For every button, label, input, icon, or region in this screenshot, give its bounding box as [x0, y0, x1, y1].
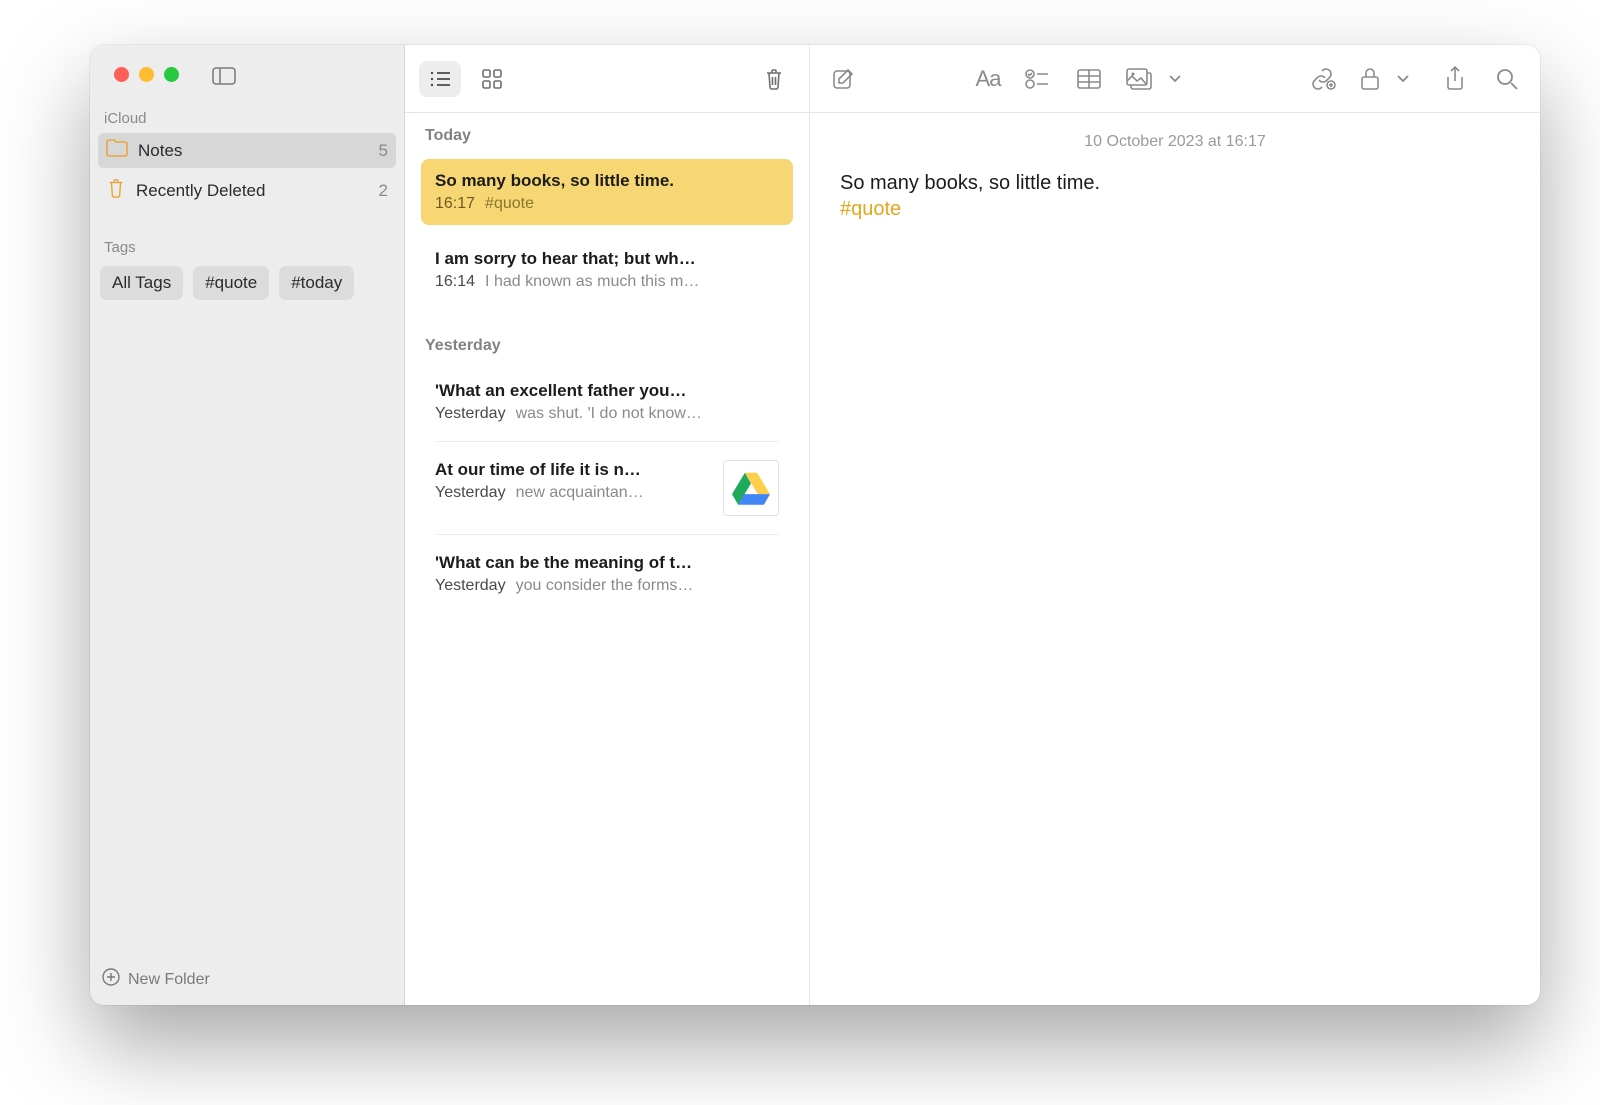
delete-note-button[interactable]: [753, 61, 795, 97]
table-button[interactable]: [1074, 64, 1104, 94]
notes-group-yesterday-label: Yesterday: [405, 309, 809, 363]
search-button[interactable]: [1492, 64, 1522, 94]
sidebar-item-count: 2: [379, 181, 388, 201]
compose-note-button[interactable]: [828, 64, 858, 94]
note-time: Yesterday: [435, 405, 506, 423]
chevron-down-icon[interactable]: [1388, 64, 1418, 94]
folder-icon: [106, 139, 128, 162]
toggle-sidebar-button[interactable]: [206, 64, 242, 88]
sidebar-tags-label: Tags: [90, 211, 404, 260]
sidebar-tags: All Tags #quote #today: [90, 260, 404, 300]
note-row[interactable]: 'What can be the meaning of t… Yesterday…: [421, 541, 793, 607]
notes-list-toolbar: [405, 45, 809, 113]
note-snippet: you consider the forms…: [516, 577, 779, 595]
sidebar-item-notes[interactable]: Notes 5: [98, 133, 396, 168]
divider: [435, 441, 779, 442]
note-time: 16:17: [435, 195, 475, 213]
chevron-down-icon[interactable]: [1160, 64, 1190, 94]
divider: [435, 534, 779, 535]
tag-chip-quote[interactable]: #quote: [193, 266, 269, 300]
note-snippet: I had known as much this m…: [485, 273, 779, 291]
actions-group: [1308, 64, 1522, 94]
note-title: At our time of life it is n…: [435, 460, 711, 480]
plus-circle-icon: [102, 968, 120, 991]
note-title: 'What an excellent father you…: [435, 381, 779, 401]
sidebar: iCloud Notes 5 Recently Deleted 2: [90, 45, 405, 1005]
formatting-group: Aa: [976, 64, 1191, 94]
link-note-button[interactable]: [1308, 64, 1338, 94]
note-row[interactable]: 'What an excellent father you… Yesterday…: [421, 369, 793, 435]
sidebar-item-count: 5: [379, 141, 388, 161]
notes-list-column: Today So many books, so little time. 16:…: [405, 45, 810, 1005]
note-snippet: was shut. 'I do not know…: [516, 405, 779, 423]
tag-chip-today[interactable]: #today: [279, 266, 354, 300]
sidebar-item-recently-deleted[interactable]: Recently Deleted 2: [98, 172, 396, 209]
editor-toolbar: Aa: [810, 45, 1540, 113]
editor-column: Aa: [810, 45, 1540, 1005]
trash-icon: [106, 178, 126, 203]
checklist-button[interactable]: [1022, 64, 1052, 94]
new-folder-button[interactable]: New Folder: [90, 954, 404, 1005]
tag-chip-all[interactable]: All Tags: [100, 266, 183, 300]
note-snippet: new acquaintan…: [516, 484, 711, 502]
notes-group-today-label: Today: [405, 113, 809, 153]
note-content-line: So many books, so little time.: [840, 169, 1510, 198]
editor-body[interactable]: 10 October 2023 at 16:17 So many books, …: [810, 113, 1540, 241]
note-row[interactable]: So many books, so little time. 16:17 #qu…: [421, 159, 793, 225]
close-window-button[interactable]: [114, 67, 129, 82]
sidebar-item-label: Recently Deleted: [136, 181, 265, 201]
window-controls: [90, 45, 404, 82]
note-row[interactable]: At our time of life it is n… Yesterday n…: [421, 448, 793, 528]
note-snippet: #quote: [485, 195, 779, 213]
lock-button[interactable]: [1360, 64, 1380, 94]
sidebar-account-label: iCloud: [90, 82, 404, 131]
note-time: 16:14: [435, 273, 475, 291]
view-grid-button[interactable]: [471, 61, 513, 97]
text-format-button[interactable]: Aa: [976, 64, 1001, 94]
note-title: So many books, so little time.: [435, 171, 779, 191]
note-hashtag: #quote: [840, 198, 1510, 221]
note-timestamp: 10 October 2023 at 16:17: [840, 133, 1510, 151]
note-time: Yesterday: [435, 484, 506, 502]
minimize-window-button[interactable]: [139, 67, 154, 82]
note-title: 'What can be the meaning of t…: [435, 553, 779, 573]
new-folder-label: New Folder: [128, 971, 210, 989]
google-drive-icon: [723, 460, 779, 516]
fullscreen-window-button[interactable]: [164, 67, 179, 82]
view-list-button[interactable]: [419, 61, 461, 97]
note-time: Yesterday: [435, 577, 506, 595]
sidebar-item-label: Notes: [138, 141, 182, 161]
note-row[interactable]: I am sorry to hear that; but wh… 16:14 I…: [421, 237, 793, 303]
notes-window: iCloud Notes 5 Recently Deleted 2: [90, 45, 1540, 1005]
note-title: I am sorry to hear that; but wh…: [435, 249, 779, 269]
media-button[interactable]: [1126, 64, 1152, 94]
share-button[interactable]: [1440, 64, 1470, 94]
